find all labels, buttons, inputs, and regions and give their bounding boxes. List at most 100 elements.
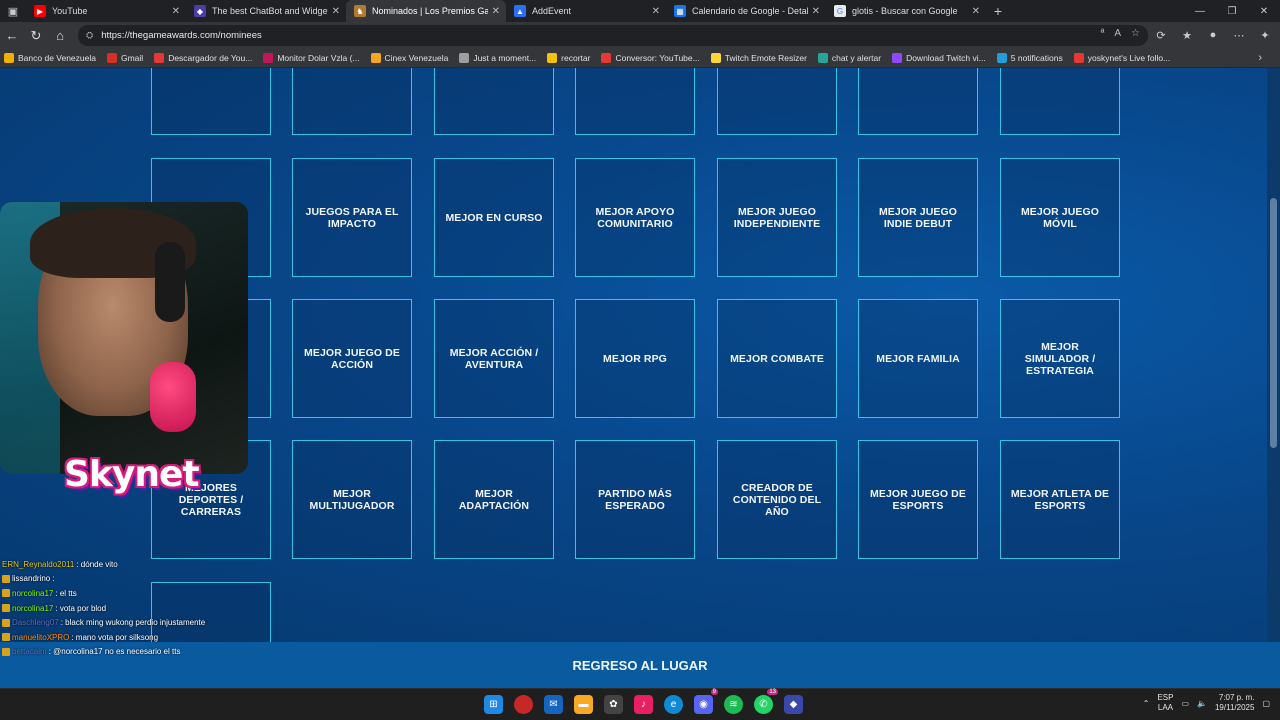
spotify-icon[interactable]: ≋ (724, 695, 743, 714)
bookmarks-overflow-icon[interactable]: › (1258, 52, 1262, 64)
browser-tab[interactable]: ▦ Calendario de Google - Detalles d ✕ (666, 0, 826, 22)
extensions-icon[interactable]: ⟳ (1152, 25, 1170, 45)
bookmark-item[interactable]: 5 notifications (996, 53, 1063, 63)
favorite-star-icon[interactable]: ☆ (1131, 28, 1140, 39)
category-label: MEJOR JUEGO INDEPENDIENTE (733, 205, 821, 230)
notifications-icon[interactable]: ▢ (1262, 699, 1270, 708)
bookmark-item[interactable]: Banco de Venezuela (4, 53, 96, 63)
home-icon[interactable]: ⌂ (48, 24, 72, 48)
category-card[interactable]: MEJOR SIMULADOR / ESTRATEGIA (1000, 299, 1120, 418)
tiktok-icon[interactable]: ♪ (634, 695, 653, 714)
close-tab-icon[interactable]: ✕ (652, 6, 660, 17)
browser-tab[interactable]: ◆ The best ChatBot and Widgets fo ✕ (186, 0, 346, 22)
category-card[interactable]: DIRECCIÓN DE JUEGO (292, 68, 412, 135)
category-card[interactable]: JUEGOS PARA EL IMPACTO (292, 158, 412, 277)
category-card[interactable]: MEJOR JUEGO INDIE DEBUT (858, 158, 978, 277)
bookmark-item[interactable]: Just a moment... (459, 53, 536, 63)
windows-taskbar: ⊞ ✉ ▬ ✿ ♪ e ◉ 9 ≋ ✆ 13 ◆ ⌃ ESP LAA ▭ 🔈 7:0… (0, 688, 1280, 720)
tab-actions-icon[interactable]: ▣ (0, 0, 26, 22)
category-card[interactable]: MEJOR COMBATE (717, 299, 837, 418)
category-card[interactable]: JUEGO DEL AÑO (151, 68, 271, 135)
file-explorer-icon[interactable]: ▬ (574, 695, 593, 714)
bookmark-item[interactable]: Cinex Venezuela (370, 53, 448, 63)
browser-tab[interactable]: ♞ Nominados | Los Premios Game ✕ (346, 0, 506, 22)
whatsapp-icon[interactable]: ✆ 13 (754, 689, 778, 714)
category-card[interactable]: MEJOR NARRATIVA (434, 68, 554, 135)
profile-avatar[interactable]: ● (1204, 25, 1222, 45)
close-tab-icon[interactable]: ✕ (332, 6, 340, 17)
category-card[interactable]: MEJOR DISEÑO DE AUDIO (858, 68, 978, 135)
category-card[interactable]: MEJOR APOYO COMUNITARIO (575, 158, 695, 277)
bookmark-item[interactable]: Gmail (106, 53, 143, 63)
category-card[interactable]: PARTIDO MÁS ESPERADO (575, 440, 695, 559)
bookmark-item[interactable]: Monitor Dolar Vzla (... (263, 53, 360, 63)
clock[interactable]: 7:07 p. m. 19/11/2025 (1215, 693, 1254, 713)
close-tab-icon[interactable]: ✕ (172, 6, 180, 17)
back-icon[interactable]: ← (0, 24, 24, 48)
language-indicator[interactable]: ESP LAA (1157, 693, 1173, 713)
tab-favicon-icon: ♞ (354, 5, 366, 17)
category-card[interactable]: MEJOR JUEGO DE ESPORTS (858, 440, 978, 559)
bookmark-favicon-icon (154, 53, 165, 63)
scrollbar-thumb[interactable] (1270, 198, 1277, 448)
bookmark-item[interactable]: Download Twitch vi... (892, 53, 986, 63)
chat-text: : (52, 574, 55, 584)
start-windows-icon[interactable]: ⊞ (484, 695, 503, 714)
category-card[interactable]: SONORA Y MÚSICA (717, 68, 837, 135)
category-card[interactable]: DIRECCIÓN ARTÍSTICA (575, 68, 695, 135)
category-card[interactable]: MEJOR JUEGO INDEPENDIENTE (717, 158, 837, 277)
read-aloud-icon[interactable]: A (1114, 28, 1121, 39)
category-card[interactable]: MEJOR MULTIJUGADOR (292, 440, 412, 559)
bookmark-item[interactable]: chat y alertar (817, 53, 881, 63)
tray-overflow-icon[interactable]: ⌃ (1143, 699, 1150, 708)
reload-icon[interactable]: ↻ (24, 24, 48, 48)
mail-icon[interactable]: ✉ (544, 695, 563, 714)
record-app-icon[interactable] (514, 695, 533, 714)
close-window-icon[interactable]: ✕ (1248, 0, 1280, 22)
favorites-icon[interactable]: ★ (1178, 25, 1196, 45)
category-label: MEJOR JUEGO MÓVIL (1020, 205, 1100, 230)
browser-tab[interactable]: ▶ YouTube ✕ (26, 0, 186, 22)
category-card[interactable]: MEJOR RPG (575, 299, 695, 418)
edge-icon[interactable]: e (664, 695, 683, 714)
chatgpt-icon[interactable]: ✿ (604, 695, 623, 714)
new-tab-button[interactable]: + (986, 3, 1010, 19)
bookmark-item[interactable]: Twitch Emote Resizer (710, 53, 807, 63)
category-card[interactable]: MEJOR EN CURSO (434, 158, 554, 277)
category-card[interactable]: MEJOR ATLETA DE ESPORTS (1000, 440, 1120, 559)
category-label: MEJOR EN CURSO (445, 211, 543, 224)
bookmark-item[interactable]: recortar (547, 53, 590, 63)
restore-icon[interactable]: ❐ (1216, 0, 1248, 22)
page-scrollbar[interactable] (1267, 68, 1280, 642)
network-icon[interactable]: ▭ (1181, 699, 1189, 708)
site-info-icon[interactable]: ⛭ (86, 30, 93, 41)
bookmark-item[interactable]: yoskynet's Live follo... (1073, 53, 1170, 63)
category-card[interactable]: MEJOR JUEGO DE ACCIÓN (292, 299, 412, 418)
category-label: MEJOR APOYO COMUNITARIO (595, 205, 675, 230)
browser-tab[interactable]: ▲ AddEvent ✕ (506, 0, 666, 22)
category-card[interactable]: MEJOR ACCIÓN / AVENTURA (434, 299, 554, 418)
close-tab-icon[interactable]: ✕ (812, 6, 820, 17)
browser-tabstrip: ▣ ▶ YouTube ✕ ◆ The best ChatBot and Widgets… (0, 0, 1280, 22)
bookmark-item[interactable]: Descargador de You... (154, 53, 252, 63)
category-card[interactable]: MEJOR ADAPTACIÓN (434, 440, 554, 559)
streaming-app-icon[interactable]: ◆ (784, 695, 803, 714)
category-card[interactable]: MEJOR INTERPRETACIÓN (1000, 68, 1120, 135)
volume-icon[interactable]: 🔈 (1197, 699, 1207, 708)
close-tab-icon[interactable]: ✕ (972, 6, 980, 17)
discord-icon[interactable]: ◉ 9 (694, 689, 718, 714)
category-card[interactable]: MEJOR FAMILIA (858, 299, 978, 418)
streamer-name: Skynet (64, 454, 200, 495)
address-bar[interactable]: ⛭ https://thegameawards.com/nominees ª A… (78, 25, 1148, 46)
copilot-icon[interactable]: ✦ (1256, 25, 1274, 45)
translate-icon[interactable]: ª (1101, 28, 1105, 39)
minimize-icon[interactable]: — (1184, 0, 1216, 22)
category-card[interactable]: MEJOR JUEGO MÓVIL (1000, 158, 1120, 277)
close-tab-icon[interactable]: ✕ (492, 6, 500, 17)
category-card[interactable]: CREADOR DE CONTENIDO DEL AÑO (717, 440, 837, 559)
bookmark-item[interactable]: Conversor: YouTube... (601, 53, 700, 63)
browser-tab[interactable]: Gglotis - Buscar con Google ✕ (826, 0, 986, 22)
more-menu-icon[interactable]: ⋯ (1230, 25, 1248, 45)
back-to-place-button[interactable]: REGRESO AL LUGAR (572, 658, 707, 673)
chat-username: norcolina17 (12, 603, 54, 613)
